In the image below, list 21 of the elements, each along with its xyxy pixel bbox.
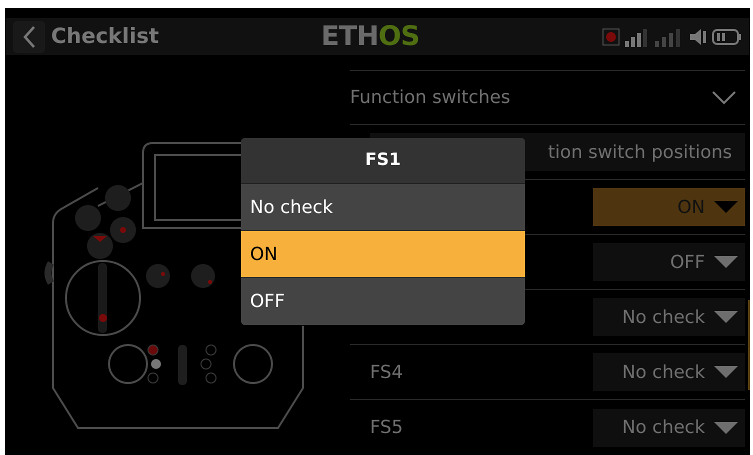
chevron-left-icon	[22, 24, 36, 48]
caret-down-icon	[713, 200, 739, 214]
caret-down-icon	[713, 420, 739, 434]
value-dropdown[interactable]: No check	[593, 353, 745, 391]
value-dropdown[interactable]: No check	[593, 298, 745, 336]
popup-title: FS1	[241, 138, 525, 184]
popup-option[interactable]: ON	[241, 231, 525, 278]
caret-down-icon	[713, 255, 739, 269]
screen-title: Checklist	[51, 22, 159, 50]
record-icon	[602, 28, 620, 46]
caret-down-icon	[713, 365, 739, 379]
battery-icon	[712, 28, 742, 46]
value-dropdown[interactable]: OFF	[593, 243, 745, 281]
value-dropdown[interactable]: No check	[593, 408, 745, 446]
caret-down-icon	[713, 310, 739, 324]
back-button[interactable]	[13, 20, 45, 52]
speaker-icon	[688, 26, 708, 46]
switch-label: FS5	[370, 416, 403, 440]
section-header[interactable]: Function switches	[350, 70, 745, 125]
switch-label: FS4	[370, 360, 403, 384]
ethos-logo: ETHOS	[320, 23, 420, 50]
